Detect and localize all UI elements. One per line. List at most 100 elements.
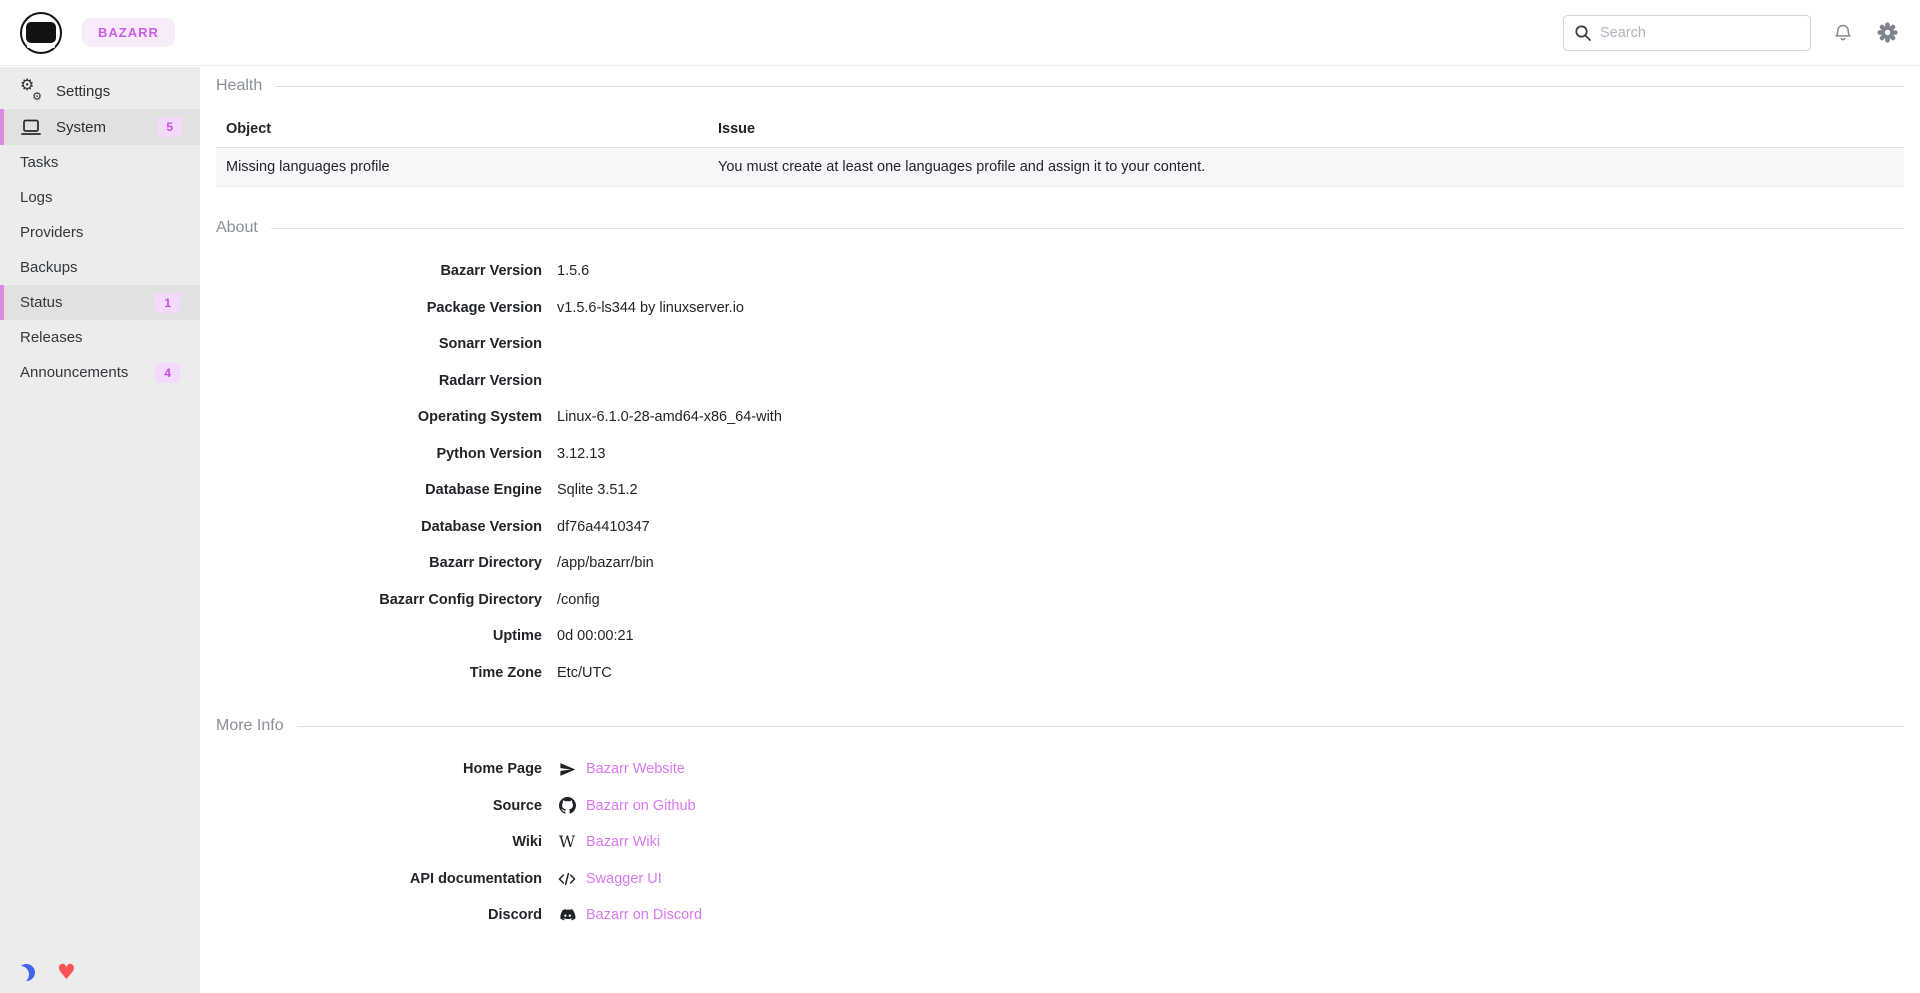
search-icon — [1574, 24, 1592, 42]
more-info-row-label: Wiki — [216, 834, 542, 850]
health-table-header: Object Issue — [216, 111, 1904, 148]
settings-gear-button[interactable] — [1875, 20, 1900, 45]
item-count-badge: 1 — [155, 293, 180, 313]
search-input[interactable] — [1600, 25, 1800, 41]
about-row: Time Zone Etc/UTC — [216, 655, 1904, 692]
section-divider — [297, 726, 1904, 727]
code-icon — [557, 871, 577, 887]
more-info-rows: Home Page Bazarr Website Source Bazarr o… — [216, 751, 1904, 934]
health-object-cell: Missing languages profile — [216, 148, 708, 186]
bell-icon — [1833, 23, 1853, 43]
about-row: Bazarr Version 1.5.6 — [216, 253, 1904, 290]
sidebar-item-label: Providers — [20, 224, 83, 241]
about-row-value: Linux-6.1.0-28-amd64-x86_64-with — [557, 409, 1904, 425]
more-info-row-label: Home Page — [216, 761, 542, 777]
sidebar-item-logs[interactable]: Logs — [0, 180, 200, 215]
bazarr-logo-subtitle-line — [27, 45, 55, 48]
about-row-label: Database Version — [216, 519, 542, 535]
sidebar-item-announcements[interactable]: Announcements 4 — [0, 355, 200, 390]
health-issue-cell: You must create at least one languages p… — [708, 148, 1904, 186]
sidebar-item-backups[interactable]: Backups — [0, 250, 200, 285]
about-row-value: /config — [557, 592, 1904, 608]
laptop-icon — [18, 119, 44, 136]
about-row-label: Sonarr Version — [216, 336, 542, 352]
sidebar-system-subitems: Tasks Logs Providers Backups Status 1 Re… — [0, 145, 200, 390]
about-row: Python Version 3.12.13 — [216, 436, 1904, 473]
about-title-text: About — [216, 219, 258, 237]
about-row-value: 1.5.6 — [557, 263, 1904, 279]
external-link[interactable]: Bazarr on Github — [586, 798, 696, 814]
section-divider — [271, 228, 1904, 229]
sidebar-item-label: Releases — [20, 329, 83, 346]
sidebar-section-label: System — [56, 119, 106, 136]
about-row-value: v1.5.6-ls344 by linuxserver.io — [557, 300, 1904, 316]
column-header-object: Object — [216, 111, 708, 147]
about-section: About Bazarr Version 1.5.6 Package Versi… — [216, 217, 1904, 691]
notifications-bell-button[interactable] — [1831, 21, 1855, 45]
sidebar-item-label: Tasks — [20, 154, 58, 171]
external-link[interactable]: Swagger UI — [586, 871, 662, 887]
sidebar-section-label: Settings — [56, 83, 110, 100]
gear-icon — [1877, 22, 1898, 43]
top-bar: BAZARR — [0, 0, 1920, 66]
more-info-row: Wiki W Bazarr Wiki — [216, 824, 1904, 861]
bazarr-logo-screen — [26, 22, 56, 43]
paper-plane-icon — [557, 761, 577, 778]
gears-icon: ⚙⚙ — [18, 80, 44, 102]
sidebar-item-releases[interactable]: Releases — [0, 320, 200, 355]
more-info-section: More Info Home Page Bazarr Website Sourc… — [216, 715, 1904, 934]
health-table-body: Missing languages profile You must creat… — [216, 148, 1904, 187]
external-link[interactable]: Bazarr Website — [586, 761, 685, 777]
about-row-value: Etc/UTC — [557, 665, 1904, 681]
about-row-value: Sqlite 3.51.2 — [557, 482, 1904, 498]
sidebar-item-label: Announcements — [20, 364, 128, 381]
about-row-value: /app/bazarr/bin — [557, 555, 1904, 571]
about-row: Database Engine Sqlite 3.51.2 — [216, 472, 1904, 509]
health-title-text: Health — [216, 77, 262, 95]
about-row: Radarr Version — [216, 363, 1904, 400]
more-info-row-label: API documentation — [216, 871, 542, 887]
about-row: Database Version df76a4410347 — [216, 509, 1904, 546]
sidebar-item-label: Backups — [20, 259, 78, 276]
moon-icon[interactable] — [18, 964, 35, 981]
about-section-title: About — [216, 217, 1904, 239]
external-link[interactable]: Bazarr on Discord — [586, 907, 702, 923]
search-box[interactable] — [1563, 15, 1811, 51]
health-section: Health Object Issue Missing languages pr… — [216, 75, 1904, 187]
about-row-label: Bazarr Config Directory — [216, 592, 542, 608]
more-info-section-title: More Info — [216, 715, 1904, 737]
heart-icon[interactable]: ♥ — [57, 962, 76, 983]
about-row: Package Version v1.5.6-ls344 by linuxser… — [216, 290, 1904, 327]
sidebar-section-system[interactable]: System 5 — [0, 109, 200, 145]
about-row-label: Radarr Version — [216, 373, 542, 389]
about-row: Sonarr Version — [216, 326, 1904, 363]
about-row: Bazarr Directory /app/bazarr/bin — [216, 545, 1904, 582]
about-row-label: Bazarr Version — [216, 263, 542, 279]
sidebar-item-tasks[interactable]: Tasks — [0, 145, 200, 180]
more-info-row: Home Page Bazarr Website — [216, 751, 1904, 788]
system-status-page: Health Object Issue Missing languages pr… — [200, 0, 1920, 934]
health-table-row: Missing languages profile You must creat… — [216, 148, 1904, 187]
sidebar-item-status[interactable]: Status 1 — [0, 285, 200, 320]
about-row-label: Time Zone — [216, 665, 542, 681]
section-divider — [275, 86, 1904, 87]
about-row-label: Operating System — [216, 409, 542, 425]
about-row-value: df76a4410347 — [557, 519, 1904, 535]
health-table: Object Issue Missing languages profile Y… — [216, 111, 1904, 187]
wikipedia-icon: W — [557, 834, 577, 850]
bazarr-logo[interactable] — [20, 12, 62, 54]
about-row-label: Bazarr Directory — [216, 555, 542, 571]
about-row-label: Package Version — [216, 300, 542, 316]
more-info-row: Discord Bazarr on Discord — [216, 897, 1904, 934]
system-count-badge: 5 — [157, 117, 182, 137]
external-link[interactable]: Bazarr Wiki — [586, 834, 660, 850]
about-row: Operating System Linux-6.1.0-28-amd64-x8… — [216, 399, 1904, 436]
item-count-badge: 4 — [155, 363, 180, 383]
health-section-title: Health — [216, 75, 1904, 97]
about-row-value: 3.12.13 — [557, 446, 1904, 462]
more-info-row-label: Source — [216, 798, 542, 814]
about-row-label: Database Engine — [216, 482, 542, 498]
sidebar-section-settings[interactable]: ⚙⚙ Settings — [0, 73, 200, 109]
topbar-actions — [1563, 15, 1900, 51]
sidebar-item-providers[interactable]: Providers — [0, 215, 200, 250]
